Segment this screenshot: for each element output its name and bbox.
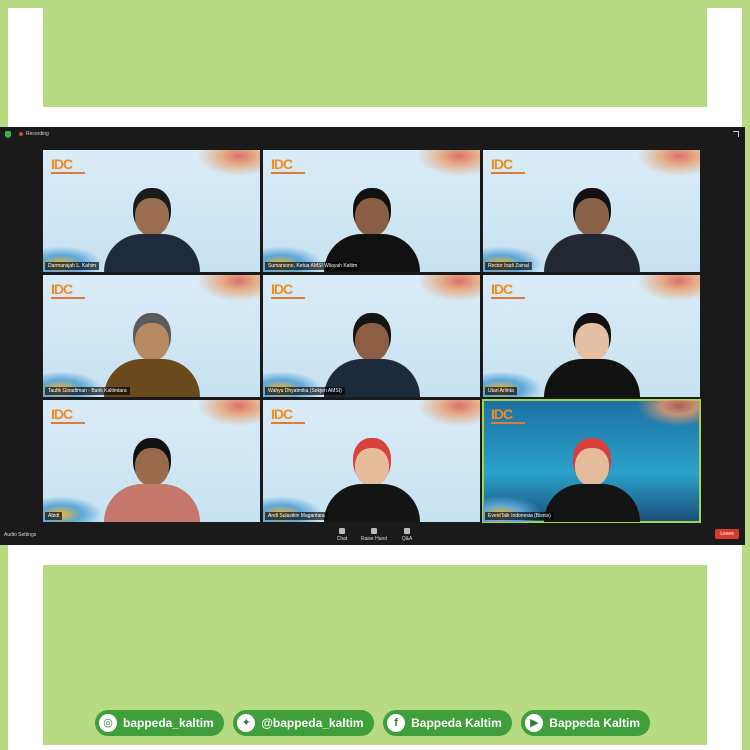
participant-grid: IDC Darmansjah L. Kahim IDC Sumarsono, Ketu… [43, 150, 701, 523]
chat-button[interactable]: Chat [328, 528, 356, 542]
participant-name: Utari Arlinta [485, 387, 517, 395]
qa-icon [404, 528, 410, 534]
leave-button[interactable]: Leave [715, 529, 739, 539]
participant-body [103, 484, 200, 522]
facebook-link[interactable]: f Bappeda Kaltim [383, 709, 512, 736]
instagram-handle: bappeda_kaltim [123, 715, 214, 730]
instagram-link[interactable]: ◎ bappeda_kaltim [95, 709, 224, 736]
zoom-control-bar: Audio Settings Chat Raise Hand Q&A Leave [0, 525, 745, 545]
security-shield-icon[interactable] [5, 130, 11, 138]
participant-tile[interactable]: IDC Darmansjah L. Kahim [43, 150, 260, 272]
idc-logo: IDC [491, 156, 513, 172]
youtube-link[interactable]: ▶ Bappeda Kaltim [521, 709, 650, 736]
recording-label: Recording [26, 131, 49, 137]
logo-underline [271, 297, 305, 299]
map-graphic [630, 150, 700, 180]
idc-logo: IDC [491, 406, 513, 422]
logo-underline [491, 422, 525, 424]
participant-face [134, 198, 169, 236]
participant-tile[interactable]: IDC Taufik Ginadtman - Bank Kaltimtara [43, 275, 260, 397]
recording-icon [19, 132, 23, 136]
participant-tile[interactable]: IDC Abidi [43, 400, 260, 522]
idc-logo: IDC [491, 281, 513, 297]
map-graphic [410, 150, 480, 180]
logo-underline [51, 297, 85, 299]
participant-face [354, 448, 389, 486]
raise-hand-label: Raise Hand [360, 536, 388, 542]
facebook-handle: Bappeda Kaltim [411, 715, 502, 730]
participant-tile[interactable]: IDC EventTalk Indonesia (Bisnis) [482, 399, 701, 523]
participant-name: Darmansjah L. Kahim [45, 262, 100, 270]
map-graphic [630, 275, 700, 305]
participant-face [134, 448, 169, 486]
logo-underline [271, 422, 305, 424]
qa-button[interactable]: Q&A [393, 528, 421, 542]
participant-face [574, 448, 609, 486]
logo-underline [491, 297, 525, 299]
idc-logo: IDC [51, 156, 73, 172]
idc-logo: IDC [51, 406, 73, 422]
participant-body [103, 234, 200, 272]
social-links-bar: ◎ bappeda_kaltim ✦ @bappeda_kaltim f Bap… [95, 700, 650, 745]
youtube-handle: Bappeda Kaltim [549, 715, 640, 730]
idc-logo: IDC [51, 281, 73, 297]
participant-body [543, 234, 640, 272]
participant-face [354, 323, 389, 361]
twitter-handle: @bappeda_kaltim [261, 715, 364, 730]
facebook-icon: f [387, 713, 406, 732]
instagram-icon: ◎ [99, 713, 117, 732]
participant-tile[interactable]: IDC Andi Sulasikin Magantara [263, 400, 480, 522]
fullscreen-icon[interactable] [733, 131, 739, 137]
top-green-band [43, 8, 707, 107]
youtube-icon: ▶ [525, 713, 544, 732]
participant-name: Abidi [45, 512, 63, 520]
map-graphic [410, 400, 480, 430]
participant-name: Wahyu Dhyatmika (Sekjen AMSI) [265, 387, 345, 395]
participant-body [323, 484, 420, 522]
zoom-top-bar: Recording [0, 127, 745, 141]
map-graphic [410, 275, 480, 305]
participant-tile[interactable]: IDC Sumarsono, Ketua AMSI Wilayah Kaltim [263, 150, 480, 272]
idc-logo: IDC [271, 156, 293, 172]
participant-face [574, 323, 609, 361]
participant-face [574, 198, 609, 236]
participant-tile[interactable]: IDC Utari Arlinta [483, 275, 700, 397]
twitter-icon: ✦ [237, 713, 256, 732]
logo-underline [491, 172, 525, 174]
participant-face [354, 198, 389, 236]
logo-underline [51, 422, 85, 424]
map-graphic [630, 400, 700, 430]
chat-icon [339, 528, 345, 534]
idc-logo: IDC [271, 281, 293, 297]
participant-name: EventTalk Indonesia (Bisnis) [485, 512, 554, 520]
participant-face [134, 323, 169, 361]
zoom-meeting-window: Recording IDC Darmansjah L. Kahim IDC Sumar… [0, 127, 745, 545]
raise-hand-button[interactable]: Raise Hand [360, 528, 388, 542]
participant-name: Andi Sulasikin Magantara [265, 512, 328, 520]
audio-settings-button[interactable]: Audio Settings [4, 532, 36, 538]
participant-name: Taufik Ginadtman - Bank Kaltimtara [45, 387, 130, 395]
participant-body [543, 359, 640, 397]
logo-underline [51, 172, 85, 174]
participant-body [543, 484, 640, 522]
map-graphic [190, 150, 260, 180]
chat-label: Chat [336, 536, 348, 542]
qa-label: Q&A [401, 536, 413, 542]
participant-name: Sumarsono, Ketua AMSI Wilayah Kaltim [265, 262, 361, 270]
participant-tile[interactable]: IDC Rector Iradi Zainal [483, 150, 700, 272]
logo-underline [271, 172, 305, 174]
twitter-link[interactable]: ✦ @bappeda_kaltim [233, 709, 374, 736]
map-graphic [190, 275, 260, 305]
hand-icon [371, 528, 377, 534]
idc-logo: IDC [271, 406, 293, 422]
participant-tile[interactable]: IDC Wahyu Dhyatmika (Sekjen AMSI) [263, 275, 480, 397]
map-graphic [190, 400, 260, 430]
participant-name: Rector Iradi Zainal [485, 262, 532, 270]
